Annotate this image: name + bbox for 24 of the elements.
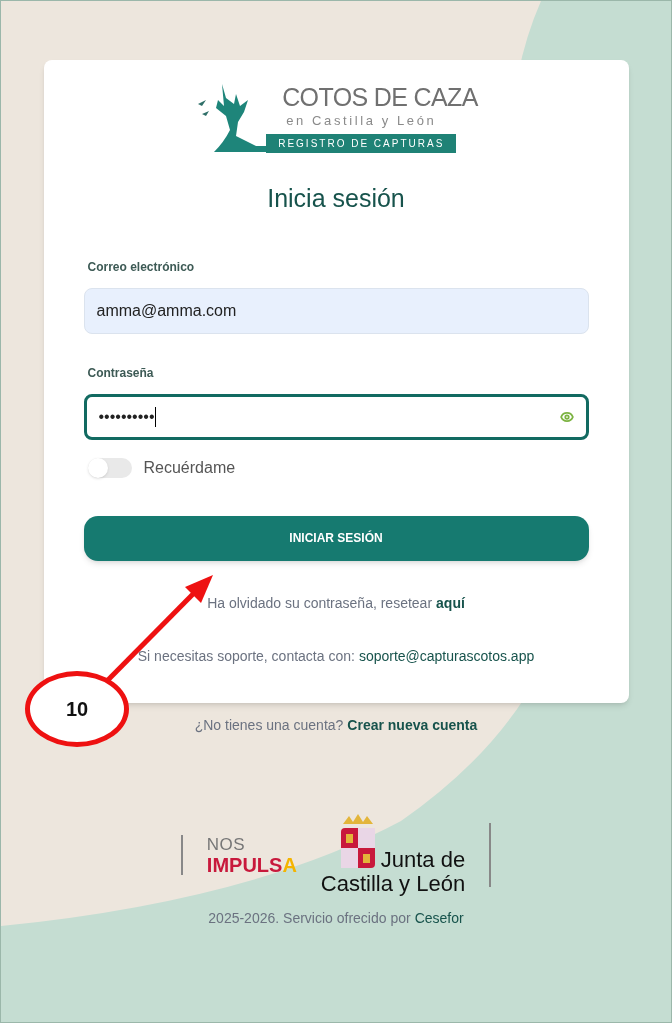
- login-button[interactable]: INICIAR SESIÓN: [83, 515, 589, 561]
- remember-label: Recuérdame: [143, 457, 236, 478]
- field-label: Correo electrónico: [86, 258, 196, 276]
- remember-toggle[interactable]: [87, 457, 132, 478]
- page-heading: Inicia sesión: [267, 183, 405, 214]
- email-field[interactable]: amma@amma.com: [83, 287, 589, 334]
- password-field[interactable]: ••••••••••: [83, 393, 589, 440]
- footer-text: 2025-2026. Servicio ofrecido por: [208, 908, 411, 928]
- forgot-text: Ha olvidado su contraseña, resetear: [207, 593, 433, 613]
- logo-subtitle: en Castilla y León: [286, 111, 437, 130]
- support-email-link[interactable]: soporte@capturascotos.app: [358, 645, 535, 667]
- field-label: Contraseña: [86, 364, 155, 382]
- reset-link[interactable]: aquí: [436, 592, 465, 614]
- nos-impulsa-logo: NOS IMPULSA: [206, 834, 297, 875]
- logo-title: COTOS DE CAZA: [282, 82, 478, 111]
- logo-banner: REGISTRO DE CAPTURAS: [266, 134, 457, 154]
- eye-icon[interactable]: [559, 409, 574, 424]
- junta-logo-text: Junta de: [380, 847, 466, 872]
- support-text: Si necesitas soporte, contacta con:: [137, 646, 355, 666]
- signup-text: ¿No tienes una cuenta?: [194, 715, 344, 735]
- cesefor-link[interactable]: Cesefor: [414, 907, 464, 929]
- signup-link[interactable]: Crear nueva cuenta: [347, 714, 478, 736]
- region-logo-text: Castilla y León: [320, 871, 466, 896]
- annotation-callout: 10: [25, 671, 129, 747]
